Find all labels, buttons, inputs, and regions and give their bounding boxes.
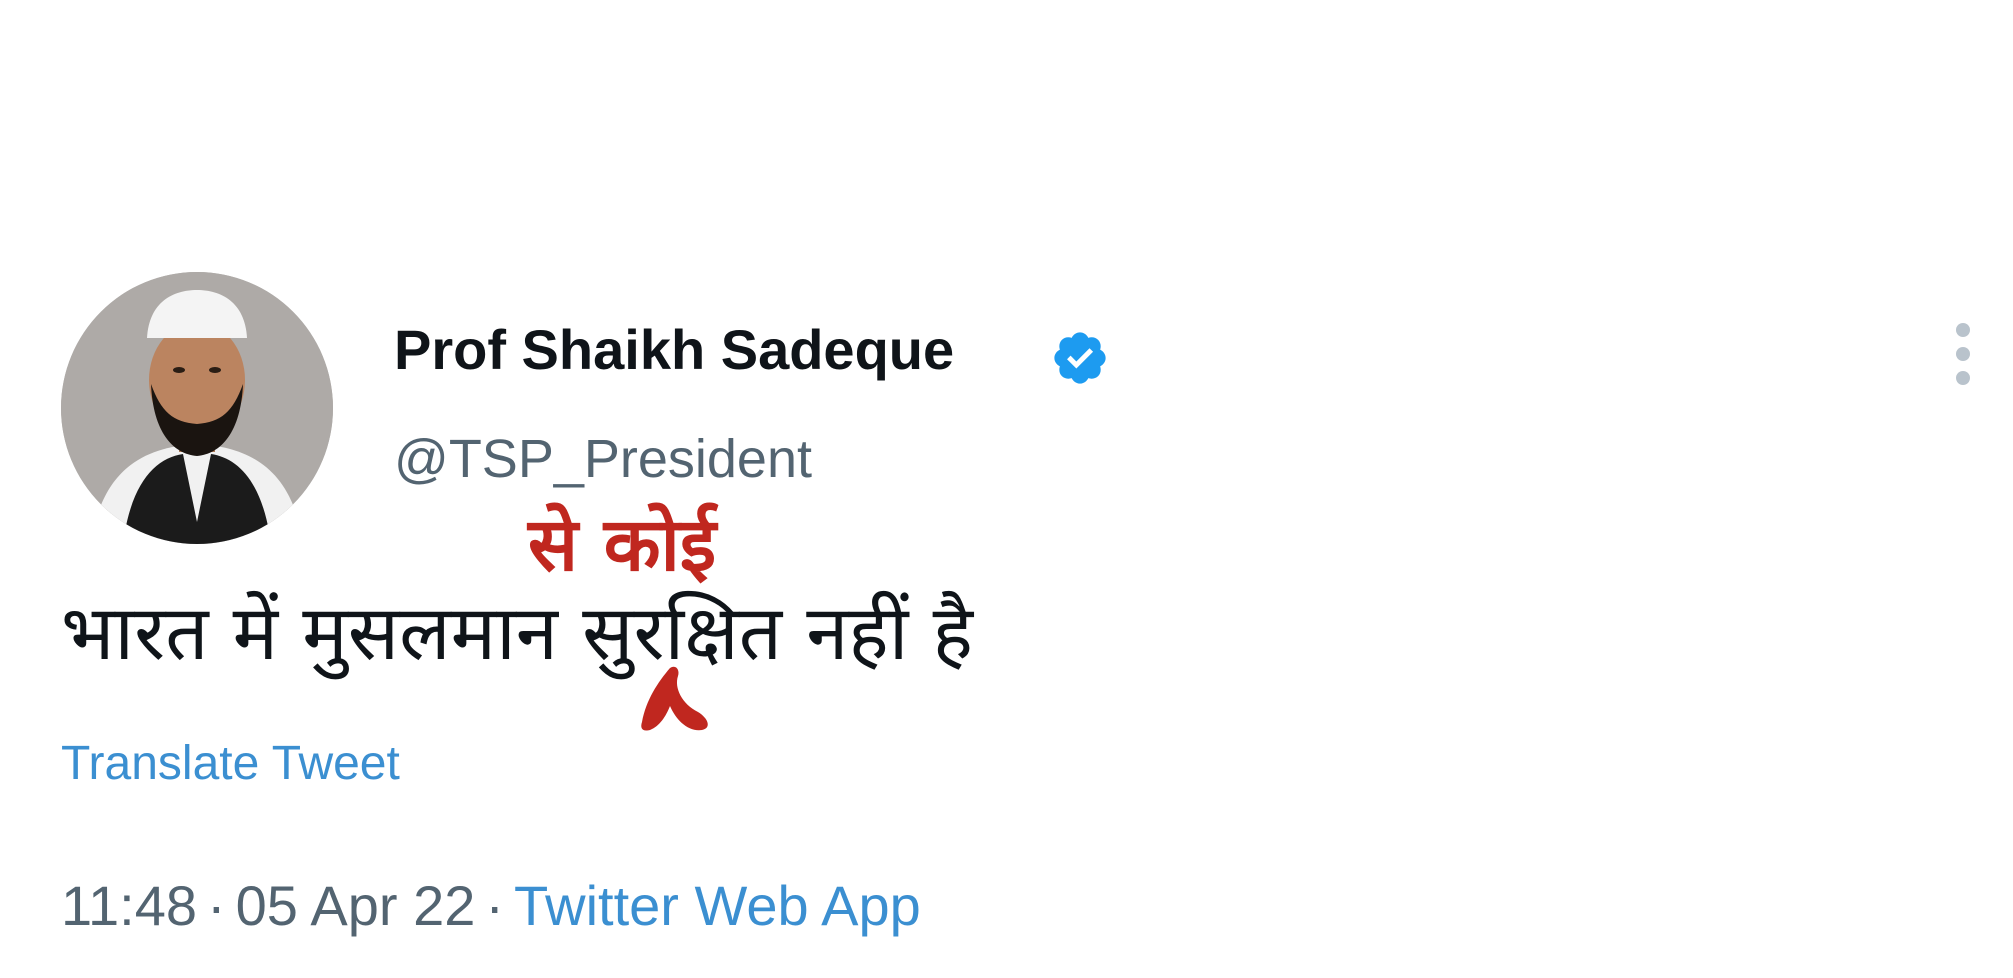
tweet-meta: 11:48 · 05 Apr 22 · Twitter Web App	[61, 878, 921, 934]
annotation-inserted-text: से कोई	[528, 502, 717, 588]
tweet-date[interactable]: 05 Apr 22	[236, 874, 476, 937]
annotation-caret-mark	[641, 666, 708, 731]
avatar[interactable]	[61, 272, 333, 544]
meta-separator: ·	[206, 874, 226, 937]
tweet-source-link[interactable]: Twitter Web App	[514, 874, 921, 937]
tweet-time[interactable]: 11:48	[61, 874, 197, 937]
tweet-text: भारत में मुसलमान सुरक्षित नहीं है	[61, 588, 973, 677]
translate-tweet-link[interactable]: Translate Tweet	[61, 740, 400, 788]
meta-separator: ·	[485, 874, 505, 937]
more-options-icon[interactable]	[1943, 318, 1983, 390]
author-handle[interactable]: @TSP_President	[394, 432, 812, 486]
verified-badge-icon	[1054, 332, 1106, 384]
author-display-name[interactable]: Prof Shaikh Sadeque	[394, 322, 954, 378]
avatar-photo	[61, 272, 333, 544]
